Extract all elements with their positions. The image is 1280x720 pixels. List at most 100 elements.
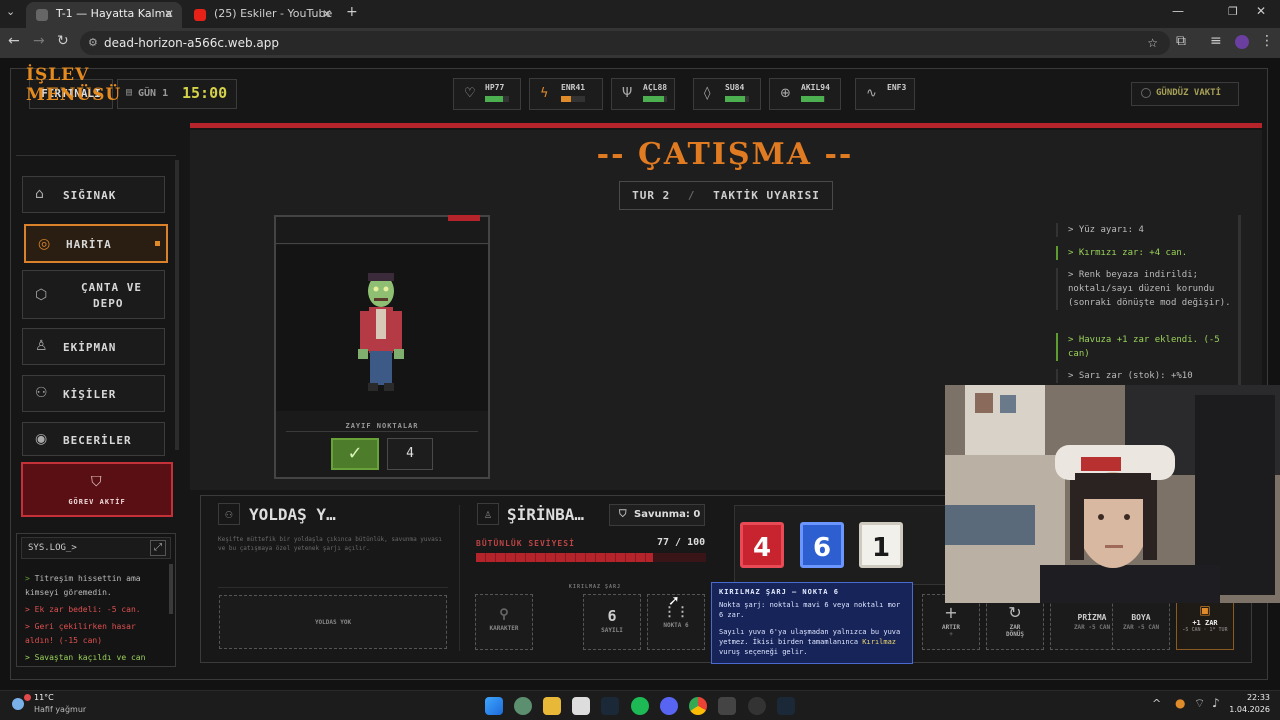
menu-item-equipment[interactable]: ♙ EKİPMAN — [22, 328, 165, 365]
steam-icon[interactable] — [777, 697, 795, 715]
weather-icon[interactable] — [10, 694, 32, 716]
new-tab-icon[interactable]: + — [346, 4, 358, 20]
site-info-icon[interactable]: ⚙ — [88, 31, 98, 55]
tray-chevron-icon[interactable]: ^ — [1152, 697, 1161, 710]
slot-label: KARAKTER — [489, 625, 519, 632]
volume-icon[interactable]: ♪ — [1212, 696, 1220, 710]
menu-item-label: KİŞİLER — [63, 388, 117, 401]
menu-item-shelter[interactable]: ⌂ SIĞINAK — [22, 176, 165, 213]
stat-label: HP77 — [485, 83, 505, 92]
log-line: > Yüz ayarı: 4 — [1056, 223, 1236, 237]
minimize-icon[interactable]: — — [1172, 4, 1184, 18]
die-blue[interactable]: 6 — [800, 522, 844, 568]
close-window-icon[interactable]: ✕ — [1256, 4, 1266, 18]
back-icon[interactable]: ← — [8, 33, 20, 49]
tab-list-icon[interactable]: ⌄ — [6, 5, 15, 18]
expand-icon[interactable]: ⤢ — [150, 540, 166, 556]
wifi-icon[interactable]: ⌔ — [1194, 696, 1205, 711]
syslog-text: Ek zar bedeli: -5 can. — [34, 605, 141, 614]
spotify-icon[interactable] — [631, 697, 649, 715]
file-explorer-icon[interactable] — [543, 697, 561, 715]
stat-label: ENF3 — [887, 83, 907, 92]
app-icon[interactable] — [718, 697, 736, 715]
tooltip-line: Nokta şarj: noktalı mavi 6 veya noktalı … — [719, 601, 901, 619]
clock-time[interactable]: 22:33 — [1226, 693, 1270, 702]
app-icon[interactable] — [514, 697, 532, 715]
ally-icon: ⚇ — [218, 503, 240, 525]
sidebar-scrollbar[interactable] — [175, 160, 179, 450]
slot-value: 6 — [607, 607, 617, 625]
menu-item-people[interactable]: ⚇ KİŞİLER — [22, 375, 165, 412]
address-field[interactable]: ⚙ dead-horizon-a566c.web.app ☆ — [80, 31, 1170, 55]
bookmark-star-icon[interactable]: ☆ — [1147, 31, 1158, 55]
chrome-icon[interactable] — [689, 697, 707, 715]
stat-bar — [643, 96, 667, 102]
die-value: 6 — [812, 533, 832, 563]
stat-fill — [485, 96, 504, 102]
die-value: 1 — [871, 533, 891, 563]
steam-icon[interactable] — [601, 697, 619, 715]
store-icon[interactable] — [572, 697, 590, 715]
menu-item-skills[interactable]: ◉ BECERİLER — [22, 422, 165, 456]
integrity-label: BÜTÜNLÜK SEVİYESİ — [476, 539, 575, 548]
maximize-icon[interactable]: ❐ — [1228, 5, 1238, 18]
extensions-icon[interactable]: ⧉ — [1176, 33, 1186, 49]
pulse-icon: ∿ — [866, 86, 877, 101]
menu-icon[interactable]: ⋮ — [1260, 33, 1274, 49]
windows-start-icon[interactable] — [485, 697, 503, 715]
daytime-badge: GÜNDÜZ VAKTİ — [1131, 82, 1239, 106]
mission-active-button[interactable]: ⛉ GÖREV AKTİF — [21, 462, 173, 517]
confirm-weak-point-button[interactable]: ✓ — [331, 438, 379, 470]
obs-icon[interactable] — [748, 697, 766, 715]
weather-text: Hafif yağmur — [34, 705, 87, 714]
forward-icon[interactable]: → — [33, 33, 45, 49]
clock-date[interactable]: 1.04.2026 — [1220, 705, 1270, 714]
weak-divider — [286, 431, 478, 432]
action-label: BOYA — [1131, 613, 1151, 622]
menu-item-label: BECERİLER — [63, 434, 132, 447]
temperature: 11°C — [34, 693, 54, 702]
stat-bar — [561, 96, 585, 102]
discord-icon[interactable] — [660, 697, 678, 715]
enemy-hp-tab — [448, 215, 480, 221]
close-tab-icon[interactable]: ✕ — [164, 2, 174, 26]
profile-avatar[interactable] — [1235, 35, 1249, 49]
syslog-lines: > Titreşim hissettin ama kimseyi göremed… — [25, 572, 165, 665]
integrity-fill — [476, 553, 654, 562]
webcam-image — [945, 385, 1280, 603]
tab-youtube[interactable]: (25) Eskiler - YouTube ✕ — [184, 2, 340, 28]
character-slot[interactable]: ⚲ KARAKTER — [475, 594, 533, 650]
browser-tabbar: ⌄ T-1 — Hayatta Kalma ✕ (25) Eskiler - Y… — [0, 0, 1280, 28]
reload-icon[interactable]: ↻ — [57, 33, 69, 49]
stat-sanity: ⊕ AKIL94 — [769, 78, 841, 110]
webcam-overlay — [945, 385, 1280, 603]
action-sub: -5 CAN · 1* TUR — [1182, 627, 1228, 633]
menu-item-label: HARİTA — [66, 238, 112, 251]
turn-separator: / — [687, 189, 696, 202]
bolt-icon: ϟ — [540, 86, 549, 101]
menu-item-map[interactable]: ◎ HARİTA — [24, 224, 168, 263]
menu-title: İŞLEV MENÜSÜ — [26, 65, 122, 105]
die-red[interactable]: 4 — [740, 522, 784, 568]
menu-item-inventory[interactable]: ⬡ ÇANTA VE DEPO — [22, 270, 165, 319]
ally-description: Keşifte müttefik bir yoldaşla çıkınca bü… — [218, 536, 442, 552]
drop-icon: ◊ — [704, 86, 711, 101]
stat-hp: ♡ HP77 — [453, 78, 521, 110]
stat-bar — [725, 96, 749, 102]
stat-energy: ϟ ENR41 — [529, 78, 603, 110]
mic-icon[interactable]: ● — [1175, 696, 1185, 710]
numbered-slot[interactable]: 6 SAYILI — [583, 594, 641, 650]
plus-icon: + — [944, 603, 958, 622]
shield-icon: ⛉ — [619, 509, 627, 520]
media-icon[interactable]: ≡ — [1210, 33, 1222, 49]
log-line: > Sarı zar (stok): +%10 — [1056, 369, 1236, 383]
refresh-icon: ↻ — [1008, 603, 1022, 622]
tab-game[interactable]: T-1 — Hayatta Kalma ✕ — [26, 2, 182, 28]
syslog-scrollbar[interactable] — [169, 564, 173, 614]
log-scrollbar[interactable] — [1238, 215, 1241, 385]
tooltip-title: KIRILMAZ ŞARJ — NOKTA 6 — [719, 588, 839, 596]
die-white[interactable]: 1 — [859, 522, 903, 568]
shield-icon: ⛉ — [91, 474, 102, 490]
close-tab-icon[interactable]: ✕ — [322, 2, 332, 26]
ally-panel: ⚇ YOLDAŞ Y… Keşifte müttefik bir yoldaşl… — [216, 503, 456, 653]
